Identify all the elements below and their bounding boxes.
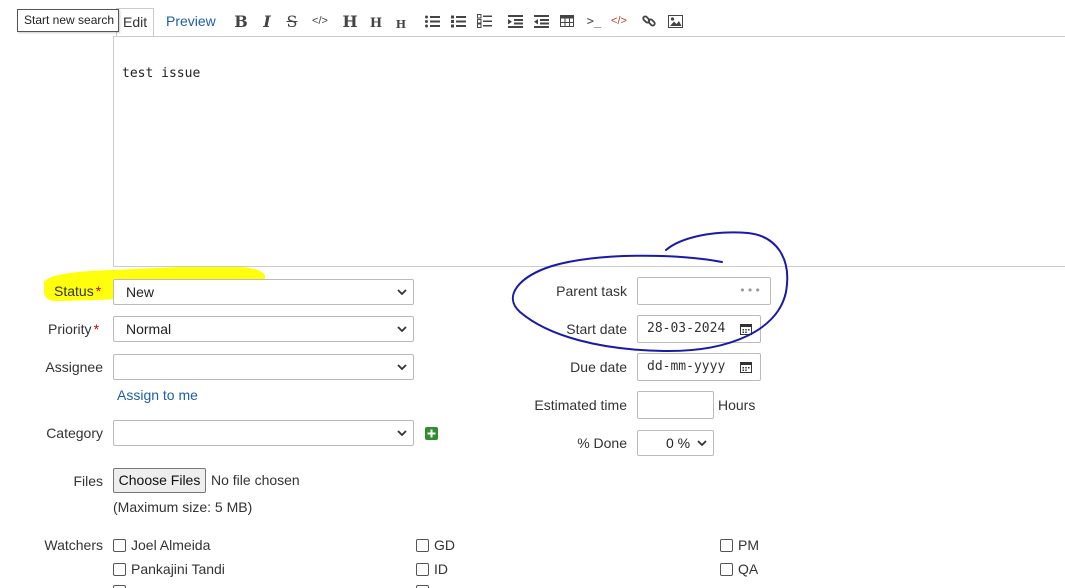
watcher-checkbox[interactable] (113, 539, 126, 552)
start-date-input[interactable]: 28-03-2024 (637, 315, 761, 343)
tab-edit[interactable]: Edit (116, 8, 154, 37)
watcher-label: GD (434, 537, 455, 553)
ellipsis-icon: ••• (739, 284, 762, 297)
hours-label: Hours (718, 397, 756, 413)
status-select[interactable]: New (113, 279, 414, 305)
priority-select[interactable]: Normal (113, 316, 414, 342)
chevron-down-icon (397, 326, 407, 333)
calendar-icon[interactable] (740, 362, 752, 373)
watcher-checkbox[interactable] (720, 563, 733, 576)
heading-2-icon[interactable]: H (369, 13, 383, 33)
indent-icon[interactable] (507, 11, 523, 31)
parent-task-input[interactable]: ••• (637, 277, 771, 305)
plus-icon (427, 429, 436, 438)
category-label: Category (46, 425, 103, 441)
due-date-label: Due date (570, 359, 627, 375)
parent-task-label: Parent task (556, 283, 627, 299)
due-date-input[interactable]: dd-mm-yyyy (637, 353, 761, 381)
add-category-button[interactable] (425, 427, 438, 440)
start-new-search-tooltip: Start new search (17, 9, 119, 32)
max-size-text: (Maximum size: 5 MB) (113, 499, 253, 515)
chevron-down-icon (397, 364, 407, 371)
assign-to-me-link[interactable]: Assign to me (117, 387, 198, 403)
outdent-icon[interactable] (533, 11, 549, 31)
assignee-label: Assignee (45, 359, 103, 375)
bullet-list-icon[interactable] (424, 11, 440, 31)
link-icon[interactable] (641, 11, 657, 31)
status-label: Status * (54, 283, 102, 299)
watcher-label: ID (434, 561, 448, 577)
assignee-select[interactable] (113, 354, 414, 380)
priority-label: Priority * (48, 321, 100, 337)
italic-icon[interactable]: I (261, 11, 273, 31)
heading-3-icon[interactable]: H (395, 14, 407, 34)
image-icon[interactable] (667, 11, 683, 31)
done-select[interactable]: 0 % (637, 430, 714, 456)
start-date-label: Start date (566, 321, 627, 337)
watcher-label: Joel Almeida (131, 537, 211, 553)
table-icon[interactable] (559, 11, 575, 31)
watcher-label: Pankajini Tandi (131, 561, 225, 577)
choose-files-button[interactable]: Choose Files (113, 468, 206, 493)
watcher-label: PM (738, 537, 759, 553)
watchers-label: Watchers (44, 537, 103, 553)
pre-icon[interactable]: >_ (585, 11, 603, 31)
files-label: Files (73, 473, 103, 489)
inline-code-icon[interactable]: </> (311, 11, 329, 31)
file-status-text: No file chosen (211, 472, 300, 488)
description-editor[interactable]: test issue (113, 36, 1065, 267)
tab-preview[interactable]: Preview (166, 13, 216, 29)
numbered-list-icon[interactable] (450, 11, 466, 31)
strikethrough-icon[interactable]: S (285, 11, 299, 31)
done-label: % Done (577, 435, 627, 451)
watcher-label: QA (738, 561, 759, 577)
chevron-down-icon (697, 440, 707, 447)
chevron-down-icon (397, 289, 407, 296)
code-highlight-icon[interactable]: </> (610, 11, 628, 31)
estimated-time-label: Estimated time (534, 397, 627, 413)
heading-1-icon[interactable]: H (342, 11, 358, 31)
bold-icon[interactable]: B (234, 11, 248, 31)
watcher-checkbox[interactable] (720, 539, 733, 552)
estimated-time-input[interactable] (637, 391, 714, 419)
watcher-checkbox[interactable] (416, 563, 429, 576)
chevron-down-icon (397, 430, 407, 437)
calendar-icon[interactable] (740, 324, 752, 335)
watcher-checkbox[interactable] (113, 563, 126, 576)
watcher-checkbox[interactable] (416, 539, 429, 552)
category-select[interactable] (113, 420, 414, 446)
description-text: test issue (122, 66, 201, 81)
task-list-icon[interactable] (476, 11, 492, 31)
